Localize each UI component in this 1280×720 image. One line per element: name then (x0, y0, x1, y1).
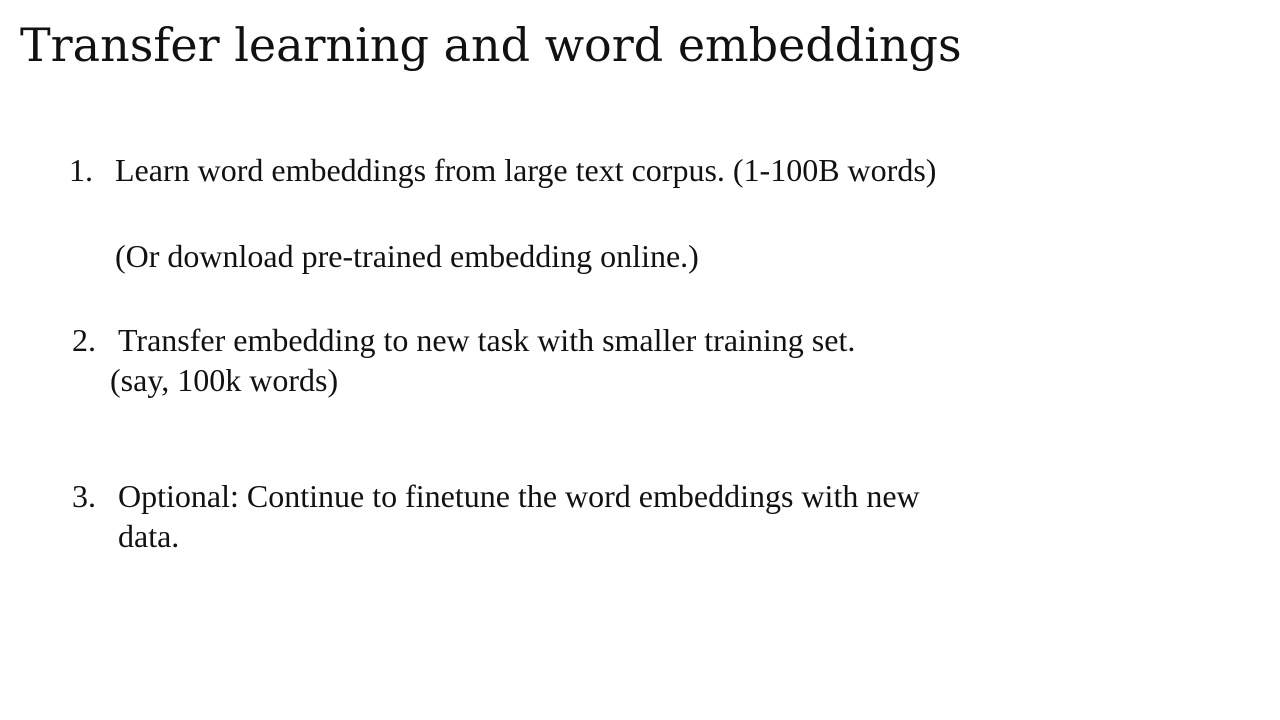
slide: Transfer learning and word embeddings 1.… (0, 0, 1280, 720)
list-item-text: Transfer embedding to new task with smal… (118, 322, 856, 358)
list-item-2-continuation: (say, 100k words) (110, 362, 339, 398)
list-item-number: 1. (69, 152, 93, 188)
list-item-text: Optional: Continue to finetune the word … (118, 478, 920, 514)
list-item-number: 2. (72, 322, 96, 358)
list-item-text: Learn word embeddings from large text co… (115, 152, 937, 188)
list-item-number: 3. (72, 478, 96, 514)
list-item-1-continuation: (Or download pre-trained embedding onlin… (115, 238, 699, 274)
slide-title: Transfer learning and word embeddings (20, 18, 962, 72)
list-item-1: 1. Learn word embeddings from large text … (69, 150, 936, 190)
list-item-3: 3. Optional: Continue to finetune the wor… (72, 476, 920, 516)
list-item-3-continuation: data. (118, 518, 180, 554)
list-item-2: 2. Transfer embedding to new task with sm… (72, 320, 855, 360)
